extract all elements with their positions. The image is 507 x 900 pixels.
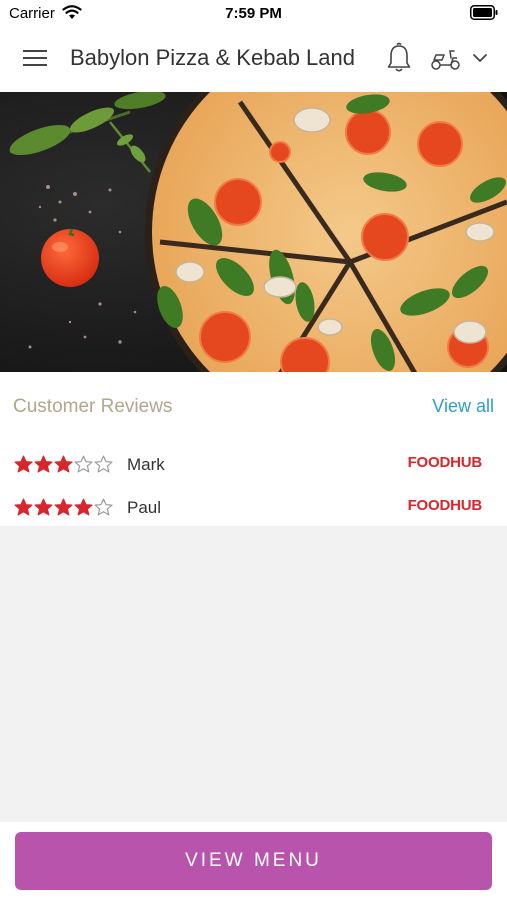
- star-filled-icon: [34, 455, 53, 473]
- customer-reviews-section: Customer Reviews View all Mark FOODHUB P…: [0, 372, 507, 526]
- star-rating: [14, 498, 114, 518]
- foodhub-logo: FOODHUB: [407, 454, 483, 471]
- reviewer-name: Mark: [127, 455, 165, 474]
- status-bar: Carrier 7:59 PM: [0, 0, 507, 26]
- star-rating: [14, 455, 114, 475]
- chevron-down-icon[interactable]: [472, 52, 488, 64]
- review-row: Mark FOODHUB: [0, 449, 507, 485]
- star-filled-icon: [14, 498, 33, 516]
- footer-bar: VIEW MENU: [0, 822, 507, 900]
- star-empty-icon: [94, 498, 113, 516]
- status-time: 7:59 PM: [225, 5, 282, 22]
- star-filled-icon: [54, 455, 73, 473]
- bell-icon[interactable]: [386, 42, 412, 74]
- star-filled-icon: [34, 498, 53, 516]
- delivery-scooter-icon[interactable]: [430, 47, 462, 71]
- reviewer-name: Paul: [127, 498, 162, 517]
- star-empty-icon: [94, 455, 113, 473]
- pizza-illustration: [0, 92, 507, 372]
- page-title: Babylon Pizza & Kebab Land: [70, 45, 355, 70]
- view-all-link[interactable]: View all: [432, 396, 494, 417]
- star-empty-icon: [74, 455, 93, 473]
- view-menu-button[interactable]: VIEW MENU: [15, 832, 492, 890]
- app-header: Babylon Pizza & Kebab Land: [0, 26, 507, 92]
- star-filled-icon: [54, 498, 73, 516]
- foodhub-logo: FOODHUB: [407, 497, 483, 514]
- star-filled-icon: [74, 498, 93, 516]
- star-filled-icon: [14, 455, 33, 473]
- hamburger-menu-icon[interactable]: [22, 48, 48, 68]
- review-row: Paul FOODHUB: [0, 492, 507, 528]
- battery-icon: [470, 5, 498, 20]
- hero-image: [0, 92, 507, 372]
- reviews-title: Customer Reviews: [13, 396, 173, 417]
